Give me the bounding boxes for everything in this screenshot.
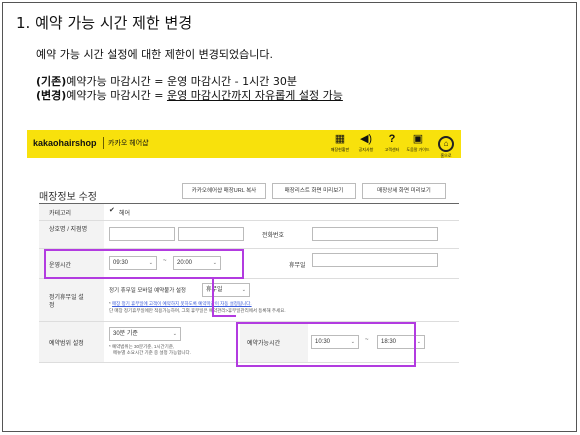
dashboard-label: 매장현황판 [330,147,350,152]
brand-divider [103,137,104,149]
section-title: 1. 예약 가능 시간 제한 변경 [16,14,193,32]
copy-url-button[interactable]: 카카오헤어샵 매장URL 복사 [182,183,266,199]
chevron-down-icon: ⌄ [416,339,421,345]
booking-highlight-box [236,322,416,367]
list-preview-button[interactable]: 매장리스트 화면 미리보기 [272,183,356,199]
regular-holiday-notice-2: 단 매장 정기휴무일에만 적용가능하며, 그외 휴무일은 예약관리>휴무일관리에… [109,308,286,313]
range-select[interactable]: 30분 기준 ⌄ [109,327,181,341]
page-title: 매장정보 수정 [39,192,97,203]
connector-horizontal [212,315,236,317]
regular-holiday-label: 정기휴무일 설정 [49,295,84,309]
guide-button[interactable]: ▣ 도움말 가이드 [405,133,431,156]
after-underlined: 운영 마감시간까지 자유롭게 설정 가능 [166,89,343,102]
home-button[interactable]: ⌂ 홈으로 [433,133,459,158]
range-value: 30분 기준 [113,331,138,337]
notice-button[interactable]: ◀) 공지사항 [353,133,379,156]
app-topbar: kakaohairshop 카카오 헤어샵 ▦ 매장현황판 ◀) 공지사항 ? … [27,130,461,158]
hours-highlight-box [44,249,244,279]
regular-holiday-value: 휴무일 [206,287,223,293]
home-icon: ⌂ [438,136,454,152]
chevron-down-icon: ⌄ [172,331,177,337]
change-description: 예약 가능 시간 설정에 대한 제한이 변경되었습니다. [36,48,273,61]
support-label: 고객센터 [384,147,400,152]
dashboard-icon: ▦ [334,133,346,145]
question-icon: ? [388,133,396,145]
detail-preview-button[interactable]: 매장상세 화면 미리보기 [362,183,446,199]
brand-logo[interactable]: kakaohairshop [33,138,97,148]
home-label: 홈으로 [440,153,452,158]
store-name-input[interactable] [109,227,175,241]
holiday-input[interactable] [312,253,438,267]
after-tag: (변경) [36,89,67,102]
guide-label: 도움말 가이드 [406,147,430,152]
range-label: 예약범위 설정 [49,341,84,347]
connector-vertical [212,278,214,316]
phone-label: 전화번호 [262,233,285,239]
chevron-down-icon: ⌄ [241,287,246,293]
guide-icon: ▣ [412,133,424,145]
support-button[interactable]: ? 고객센터 [379,133,405,156]
phone-input[interactable] [312,227,438,241]
category-value: 헤어 [119,211,131,217]
row-divider [39,220,459,221]
regular-holiday-notice-1: * 매장 정기 휴무일에 고객이 예약하지 못하도록 예약마감이 자동 설정됩니… [109,301,252,306]
store-name-label: 상호명 / 지점명 [49,227,88,233]
speaker-icon: ◀) [359,133,373,145]
dashboard-button[interactable]: ▦ 매장현황판 [327,133,353,156]
holiday-label: 휴무일 [289,263,306,269]
notice-label: 공지사항 [358,147,374,152]
category-label: 카테고리 [49,211,72,217]
after-rule: (변경)예약가능 마감시간 = 운영 마감시간까지 자유롭게 설정 가능 [36,87,343,103]
brand-subtitle: 카카오 헤어샵 [108,140,149,147]
regular-holiday-select[interactable]: 휴무일 ⌄ [202,283,250,297]
after-prefix: 예약가능 마감시간 = [66,89,167,102]
regular-holiday-text: 정기 휴무일 모바일 예약불가 설정 [109,288,186,294]
category-checkbox[interactable]: ✔ [109,206,115,214]
range-notice-2: 메뉴별 소요시간 기준 중 설정 가능합니다. [113,350,191,355]
branch-name-input[interactable] [178,227,244,241]
